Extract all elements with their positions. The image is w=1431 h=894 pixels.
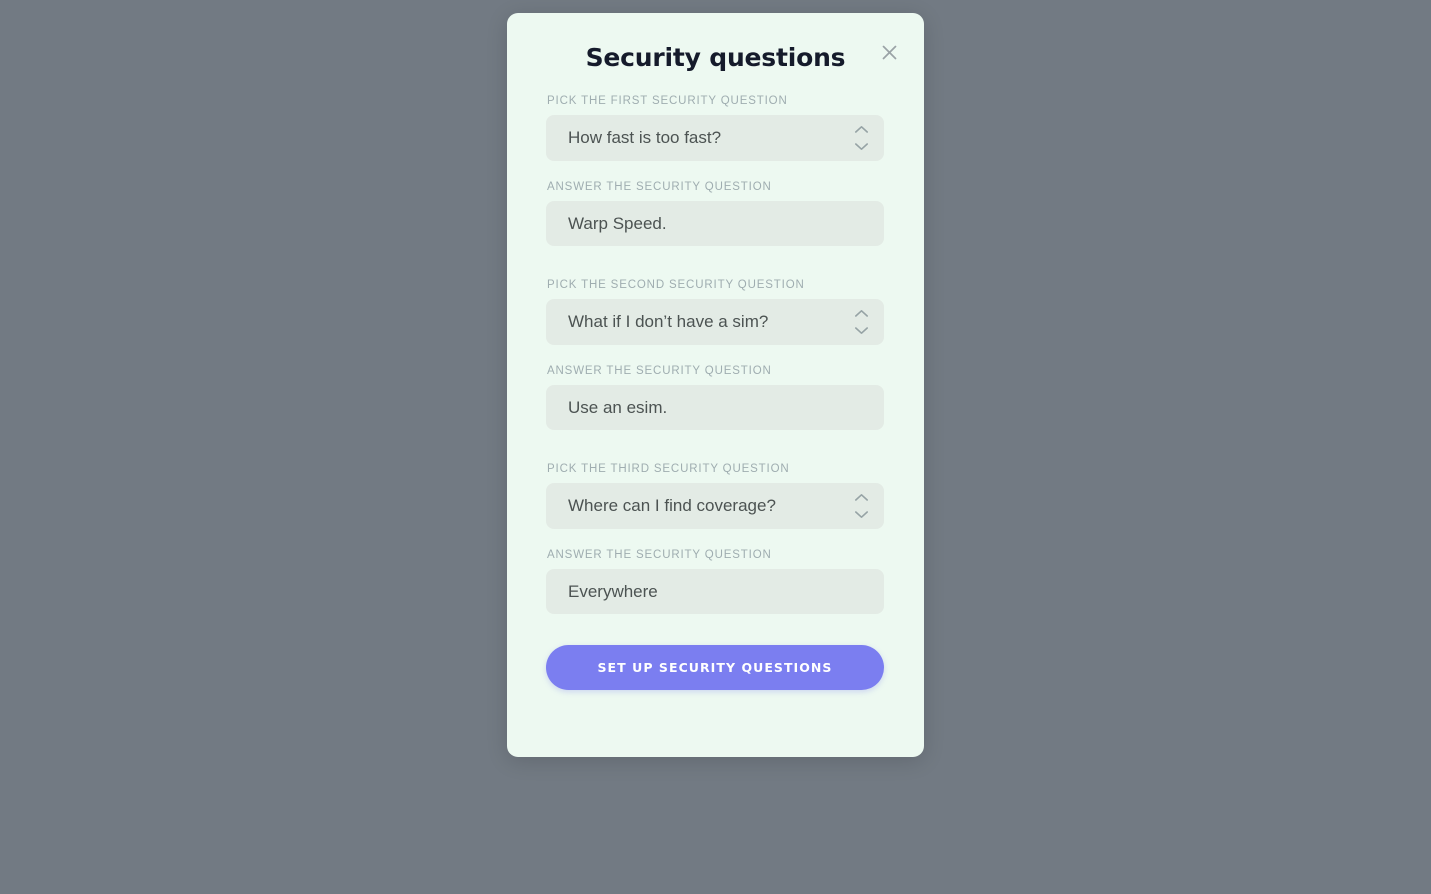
security-questions-form: PICK THE FIRST SECURITY QUESTION How fas… <box>507 95 924 690</box>
select-second-question-value: What if I don’t have a sim? <box>568 312 769 331</box>
security-questions-modal: Security questions PICK THE FIRST SECURI… <box>507 13 924 757</box>
group-divider <box>546 450 885 463</box>
label-pick-first-question: PICK THE FIRST SECURITY QUESTION <box>547 95 788 107</box>
input-third-answer[interactable]: Everywhere <box>546 569 884 614</box>
close-icon[interactable] <box>876 39 902 65</box>
select-first-question[interactable]: How fast is too fast? <box>546 115 884 161</box>
label-answer-first-question: ANSWER THE SECURITY QUESTION <box>547 181 772 193</box>
label-answer-third-question: ANSWER THE SECURITY QUESTION <box>547 549 772 561</box>
select-second-question[interactable]: What if I don’t have a sim? <box>546 299 884 345</box>
label-pick-second-question: PICK THE SECOND SECURITY QUESTION <box>547 279 805 291</box>
label-pick-third-question: PICK THE THIRD SECURITY QUESTION <box>547 463 790 475</box>
input-second-answer[interactable]: Use an esim. <box>546 385 884 430</box>
select-third-question-value: Where can I find coverage? <box>568 496 776 515</box>
label-answer-second-question: ANSWER THE SECURITY QUESTION <box>547 365 772 377</box>
input-second-answer-value: Use an esim. <box>568 397 668 417</box>
chevron-up-down-icon[interactable] <box>852 309 870 335</box>
chevron-up-down-icon[interactable] <box>852 125 870 151</box>
input-first-answer[interactable]: Warp Speed. <box>546 201 884 246</box>
set-up-security-questions-button[interactable]: Set up security questions <box>546 645 884 690</box>
select-first-question-value: How fast is too fast? <box>568 128 722 147</box>
group-divider <box>546 266 885 279</box>
input-first-answer-value: Warp Speed. <box>568 213 667 233</box>
chevron-up-down-icon[interactable] <box>852 493 870 519</box>
page-title: Security questions <box>585 43 846 72</box>
select-third-question[interactable]: Where can I find coverage? <box>546 483 884 529</box>
input-third-answer-value: Everywhere <box>568 581 658 601</box>
